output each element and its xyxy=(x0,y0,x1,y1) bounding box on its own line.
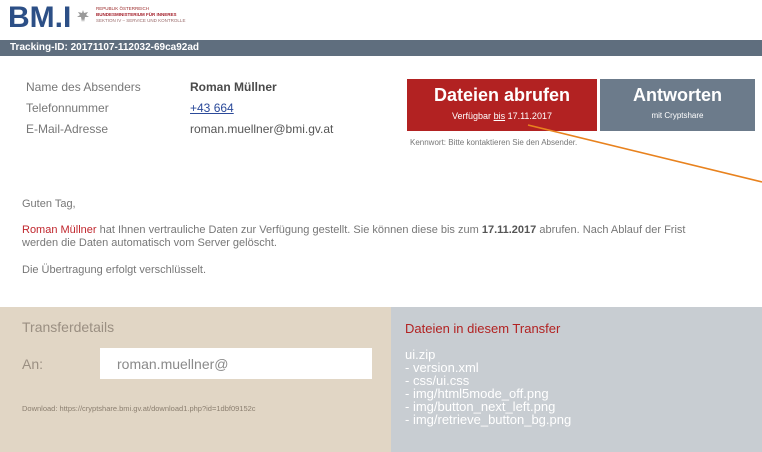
message-body: Roman Müllner hat Ihnen vertrauliche Dat… xyxy=(22,224,752,250)
answer-sublabel: mit Cryptshare xyxy=(651,111,704,120)
header: BM.I REPUBLIK ÖSTERREICH BUNDESMINISTERI… xyxy=(0,0,762,40)
message-text-3: werden die Daten automatisch vom Server … xyxy=(22,237,277,249)
files-list: ui.zip - version.xml - css/ui.css - img/… xyxy=(405,348,571,426)
greeting: Guten Tag, xyxy=(22,198,76,210)
message-text-1: hat Ihnen vertrauliche Daten zur Verfügu… xyxy=(96,224,482,236)
answer-label: Antworten xyxy=(633,85,722,105)
retrieve-files-label: Dateien abrufen xyxy=(433,85,571,105)
ministry-text: REPUBLIK ÖSTERREICH BUNDESMINISTERIUM FÜ… xyxy=(96,6,185,24)
answer-button[interactable]: Antworten mit Cryptshare xyxy=(600,79,755,131)
availability-link[interactable]: bis xyxy=(494,111,506,121)
eagle-icon xyxy=(77,10,89,22)
transfer-details-title: Transferdetails xyxy=(22,319,115,335)
retrieve-files-button[interactable]: Dateien abrufen Verfügbar bis 17.11.2017 xyxy=(407,79,597,131)
email-value: roman.muellner@bmi.gv.at xyxy=(190,122,334,136)
recipient-label: An: xyxy=(22,356,44,372)
email-label: E-Mail-Adresse xyxy=(26,122,109,136)
recipient-input[interactable] xyxy=(100,348,372,379)
availability-date: 17.11.2017 xyxy=(505,111,552,121)
message-date: 17.11.2017 xyxy=(481,224,537,236)
retrieve-availability: Verfügbar bis 17.11.2017 xyxy=(407,111,597,121)
download-link[interactable]: Download: https://cryptshare.bmi.gv.at/d… xyxy=(22,404,256,413)
tracking-bar: Tracking-ID: 20171107-112032-69ca92ad xyxy=(0,40,762,56)
phone-label: Telefonnummer xyxy=(26,101,109,115)
file-item: - img/retrieve_button_bg.png xyxy=(405,412,572,427)
password-note: Kennwort: Bitte kontaktieren Sie den Abs… xyxy=(410,138,578,147)
encryption-note: Die Übertragung erfolgt verschlüsselt. xyxy=(22,264,207,276)
tracking-id: Tracking-ID: 20171107-112032-69ca92ad xyxy=(10,42,200,53)
sender-name-value: Roman Müllner xyxy=(190,80,277,94)
phone-link[interactable]: +43 664 xyxy=(190,101,234,115)
availability-prefix: Verfügbar xyxy=(452,111,494,121)
ministry-line-3: SEKTION IV – SERVICE UND KONTROLLE xyxy=(96,18,186,23)
message-text-2: abrufen. Nach Ablauf der Frist xyxy=(536,224,686,236)
bmi-logo: BM.I xyxy=(8,1,72,34)
message-sender-name: Roman Müllner xyxy=(22,224,97,236)
annotation-arrow-line xyxy=(527,124,762,183)
files-title: Dateien in diesem Transfer xyxy=(405,321,561,336)
sender-name-label: Name des Absenders xyxy=(26,80,141,94)
